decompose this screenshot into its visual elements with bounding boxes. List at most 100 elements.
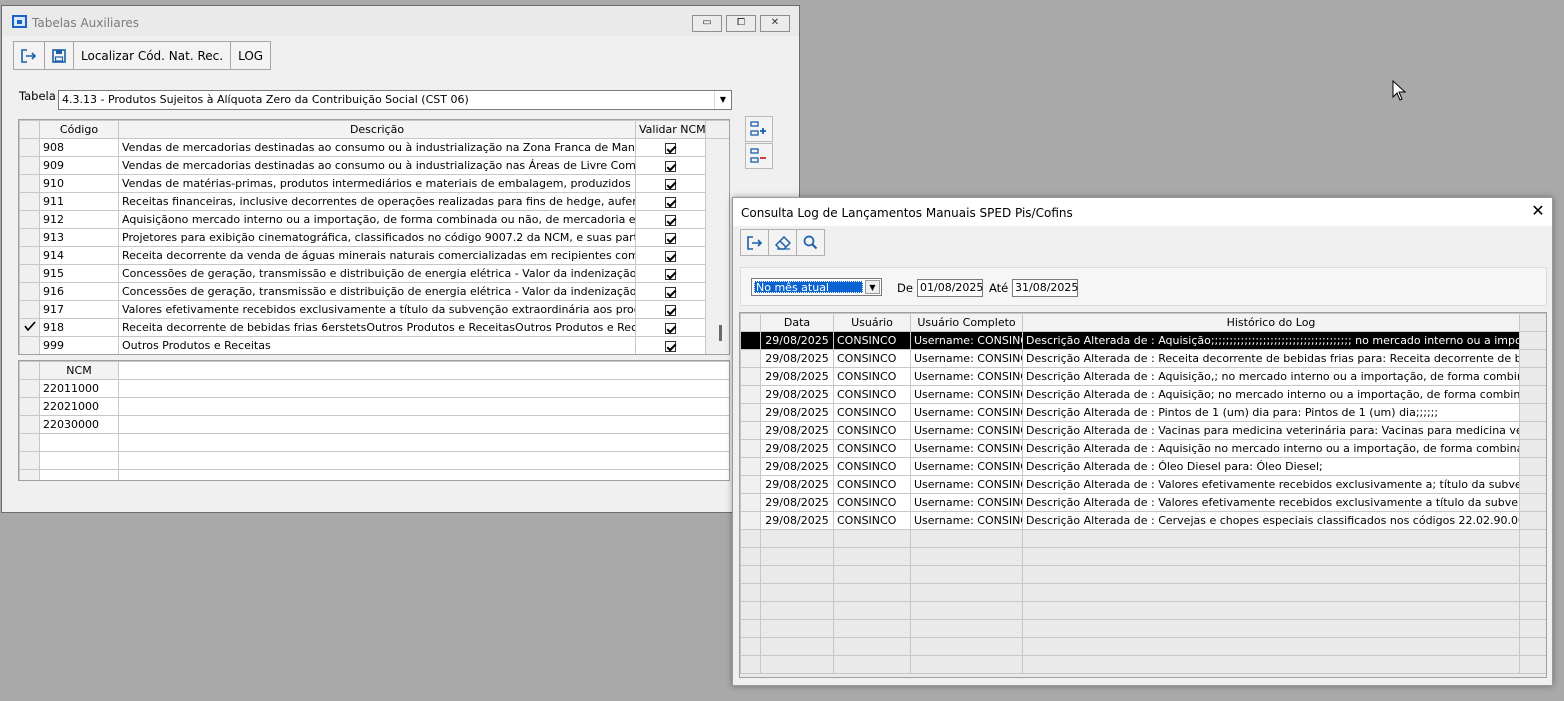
table-row[interactable]: 908 Vendas de mercadorias destinadas ao c…: [19, 138, 729, 157]
row-indicator[interactable]: [19, 397, 40, 416]
table-row[interactable]: [19, 469, 729, 480]
descricao-cell[interactable]: Vendas de mercadorias destinadas ao cons…: [118, 156, 636, 175]
descricao-cell[interactable]: Valores efetivamente recebidos exclusiva…: [118, 300, 636, 319]
table-row[interactable]: 910 Vendas de matérias-primas, produtos i…: [19, 174, 729, 193]
add-row-button[interactable]: [745, 116, 773, 142]
close-icon[interactable]: ✕: [1530, 203, 1546, 219]
usuario-cell[interactable]: CONSINCO: [833, 331, 911, 350]
validar-ncm-cell[interactable]: [635, 336, 706, 354]
row-indicator[interactable]: [740, 385, 761, 404]
row-indicator[interactable]: [19, 415, 40, 434]
historico-cell[interactable]: Descrição Alterada de : Vacinas para med…: [1022, 421, 1520, 440]
table-row[interactable]: 915 Concessões de geração, transmissão e …: [19, 264, 729, 283]
historico-cell[interactable]: Descrição Alterada de : Valores efetivam…: [1022, 475, 1520, 494]
data-cell[interactable]: 29/08/2025: [760, 331, 834, 350]
usuario-completo-cell[interactable]: Username: CONSINCO: [910, 367, 1023, 386]
data-cell[interactable]: 29/08/2025: [760, 493, 834, 512]
minimize-button[interactable]: ▭: [692, 15, 722, 32]
usuario-cell[interactable]: CONSINCO: [833, 403, 911, 422]
row-indicator[interactable]: [19, 433, 40, 452]
ncm-cell[interactable]: [39, 433, 119, 452]
row-indicator[interactable]: [740, 421, 761, 440]
usuario-cell[interactable]: CONSINCO: [833, 349, 911, 368]
remove-row-button[interactable]: [745, 143, 773, 169]
de-date-input[interactable]: 01/08/2025: [917, 279, 983, 297]
descricao-cell[interactable]: Vendas de mercadorias destinadas ao cons…: [118, 138, 636, 157]
usuario-completo-cell[interactable]: Username: CONSINCO: [910, 439, 1023, 458]
row-indicator[interactable]: [19, 228, 40, 247]
validar-ncm-cell[interactable]: [635, 192, 706, 211]
row-indicator[interactable]: [19, 210, 40, 229]
localizar-button[interactable]: Localizar Cód. Nat. Rec.: [73, 41, 232, 70]
usuario-completo-cell[interactable]: Username: CONSINCO: [910, 331, 1023, 350]
row-indicator[interactable]: [740, 475, 761, 494]
row-indicator[interactable]: [19, 379, 40, 398]
validar-ncm-cell[interactable]: [635, 264, 706, 283]
descricao-cell[interactable]: Receitas financeiras, inclusive decorren…: [118, 192, 636, 211]
table-row[interactable]: 909 Vendas de mercadorias destinadas ao c…: [19, 156, 729, 175]
table-row[interactable]: 911 Receitas financeiras, inclusive decor…: [19, 192, 729, 211]
ncm-cell[interactable]: 22021000: [39, 397, 119, 416]
row-indicator[interactable]: [740, 457, 761, 476]
usuario-completo-cell[interactable]: Username: CONSINCO: [910, 493, 1023, 512]
validar-ncm-cell[interactable]: [635, 300, 706, 319]
table-row[interactable]: 29/08/2025CONSINCOUsername: CONSINCODesc…: [740, 331, 1546, 350]
row-indicator[interactable]: [19, 246, 40, 265]
row-indicator[interactable]: [740, 367, 761, 386]
data-cell[interactable]: 29/08/2025: [760, 421, 834, 440]
data-cell[interactable]: 29/08/2025: [760, 367, 834, 386]
row-indicator[interactable]: [740, 439, 761, 458]
header-validar-ncm[interactable]: Validar NCM: [635, 120, 706, 139]
validar-ncm-checkbox[interactable]: [665, 178, 676, 190]
header-ncm[interactable]: NCM: [39, 361, 119, 380]
ncm-cell[interactable]: 22030000: [39, 415, 119, 434]
validar-ncm-cell[interactable]: [635, 228, 706, 247]
codigo-cell[interactable]: 912: [39, 210, 119, 229]
table-row[interactable]: 914 Receita decorrente da venda de águas …: [19, 246, 729, 265]
table-row[interactable]: 29/08/2025CONSINCOUsername: CONSINCODesc…: [740, 403, 1546, 422]
descricao-cell[interactable]: Projetores para exibição cinematográfica…: [118, 228, 636, 247]
usuario-cell[interactable]: CONSINCO: [833, 439, 911, 458]
row-indicator[interactable]: [19, 300, 40, 319]
usuario-completo-cell[interactable]: Username: CONSINCO: [910, 457, 1023, 476]
row-indicator[interactable]: [19, 156, 40, 175]
codigo-cell[interactable]: 908: [39, 138, 119, 157]
row-indicator[interactable]: [19, 469, 40, 480]
usuario-completo-cell[interactable]: Username: CONSINCO: [910, 403, 1023, 422]
row-indicator[interactable]: [19, 318, 40, 337]
usuario-completo-cell[interactable]: Username: CONSINCO: [910, 511, 1023, 530]
codigo-cell[interactable]: 916: [39, 282, 119, 301]
usuario-completo-cell[interactable]: Username: CONSINCO: [910, 421, 1023, 440]
descricao-cell[interactable]: Vendas de matérias-primas, produtos inte…: [118, 174, 636, 193]
codigo-cell[interactable]: 915: [39, 264, 119, 283]
row-indicator[interactable]: [740, 349, 761, 368]
row-indicator[interactable]: [740, 493, 761, 512]
ncm-cell[interactable]: [39, 469, 119, 480]
codigo-cell[interactable]: 999: [39, 336, 119, 354]
validar-ncm-checkbox[interactable]: [665, 142, 676, 154]
table-row[interactable]: 29/08/2025CONSINCOUsername: CONSINCODesc…: [740, 439, 1546, 458]
validar-ncm-cell[interactable]: [635, 156, 706, 175]
usuario-cell[interactable]: CONSINCO: [833, 385, 911, 404]
close-button[interactable]: ✕: [760, 15, 790, 32]
exit-button[interactable]: [13, 41, 45, 70]
table-row[interactable]: 29/08/2025CONSINCOUsername: CONSINCODesc…: [740, 421, 1546, 440]
validar-ncm-checkbox[interactable]: [665, 268, 676, 280]
tabela-select[interactable]: 4.3.13 - Produtos Sujeitos à Alíquota Ze…: [58, 90, 732, 110]
validar-ncm-cell[interactable]: [635, 174, 706, 193]
validar-ncm-checkbox[interactable]: [665, 232, 676, 244]
table-row[interactable]: 29/08/2025CONSINCOUsername: CONSINCODesc…: [740, 385, 1546, 404]
usuario-cell[interactable]: CONSINCO: [833, 457, 911, 476]
data-cell[interactable]: 29/08/2025: [760, 475, 834, 494]
ncm-cell[interactable]: 22011000: [39, 379, 119, 398]
codigo-cell[interactable]: 911: [39, 192, 119, 211]
table-row[interactable]: 29/08/2025CONSINCOUsername: CONSINCODesc…: [740, 457, 1546, 476]
row-indicator[interactable]: [19, 336, 40, 354]
row-indicator[interactable]: [19, 174, 40, 193]
codigo-cell[interactable]: 914: [39, 246, 119, 265]
search-button[interactable]: [796, 229, 825, 256]
descricao-cell[interactable]: Concessões de geração, transmissão e dis…: [118, 264, 636, 283]
descricao-cell[interactable]: Concessões de geração, transmissão e dis…: [118, 282, 636, 301]
descricao-cell[interactable]: Outros Produtos e Receitas: [118, 336, 636, 354]
row-indicator[interactable]: [740, 511, 761, 530]
